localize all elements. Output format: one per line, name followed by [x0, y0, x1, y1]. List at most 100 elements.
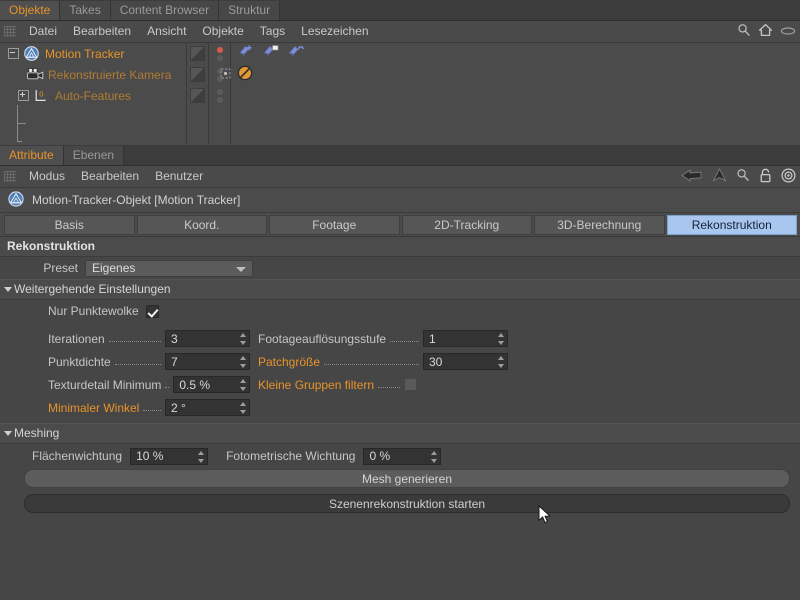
tracker-loop-tag-icon[interactable]	[287, 44, 305, 63]
menu-lesezeichen[interactable]: Lesezeichen	[293, 21, 376, 42]
motion-tracker-icon	[23, 46, 40, 61]
object-manager-panel: Objekte Takes Content Browser Struktur D…	[0, 0, 800, 146]
fotometrische-wichtung-label: Fotometrische Wichtung	[226, 449, 356, 463]
home-icon[interactable]	[758, 23, 773, 40]
chevron-down-icon[interactable]	[4, 287, 12, 292]
fotometrische-wichtung-input[interactable]: 0 %	[363, 447, 442, 465]
mesh-generieren-button[interactable]: Mesh generieren	[24, 469, 790, 488]
page-title: Motion-Tracker-Objekt [Motion Tracker]	[32, 193, 241, 207]
parameter-row: Punktdichte 7 Patchgröße 30	[0, 350, 800, 373]
field-value: 30	[429, 354, 443, 369]
patchgroesse-input[interactable]: 30	[423, 353, 508, 370]
menu-tags[interactable]: Tags	[252, 21, 293, 42]
enable-dot-icon[interactable]	[216, 88, 223, 95]
tab-basis[interactable]: Basis	[4, 215, 135, 235]
tracker-plane-tag-icon[interactable]	[262, 44, 280, 63]
state-dots[interactable]	[209, 64, 231, 85]
chevron-down-icon[interactable]	[4, 431, 12, 436]
object-manager-tabstrip: Objekte Takes Content Browser Struktur	[0, 0, 800, 21]
panel-tab-struktur[interactable]: Struktur	[219, 1, 281, 20]
footageaufloesungsstufe-input[interactable]: 1	[423, 330, 508, 347]
protection-tag-icon[interactable]	[237, 65, 253, 84]
menu-modus[interactable]: Modus	[21, 166, 73, 187]
tree-item-motion-tracker[interactable]: Motion Tracker	[0, 43, 186, 64]
disable-dot-icon[interactable]	[216, 96, 223, 103]
spinner-icon[interactable]	[239, 379, 246, 391]
tree-item-auto-features[interactable]: 0 Auto-Features	[0, 85, 186, 106]
attribute-manager-tabstrip: Attribute Ebenen	[0, 145, 800, 166]
attribute-manager-panel: Attribute Ebenen Modus Bearbeiten Benutz…	[0, 145, 800, 600]
tree-item-rekonstruierte-kamera[interactable]: Rekonstruierte Kamera	[0, 64, 186, 85]
panel-tab-content-browser[interactable]: Content Browser	[110, 1, 220, 20]
spinner-icon[interactable]	[430, 450, 437, 463]
kleine-gruppen-filtern-checkbox[interactable]	[404, 378, 418, 391]
menu-objekte[interactable]: Objekte	[194, 21, 251, 42]
nur-punktewolke-checkbox[interactable]	[145, 304, 159, 318]
tracker-add-tag-icon[interactable]	[237, 44, 255, 63]
menu-bearbeiten[interactable]: Bearbeiten	[65, 21, 139, 42]
menu-benutzer[interactable]: Benutzer	[147, 166, 211, 187]
szenenrekonstruktion-starten-button[interactable]: Szenenrekonstruktion starten	[24, 494, 790, 513]
up-arrow-icon[interactable]	[712, 168, 727, 185]
group-weitergehende-einstellungen[interactable]: Weitergehende Einstellungen	[0, 279, 800, 300]
visibility-toggle[interactable]	[187, 43, 208, 64]
eye-icon[interactable]	[780, 25, 796, 39]
enable-dot-icon[interactable]	[216, 46, 223, 53]
object-tree: Motion Tracker Rekonstruierte Kamera 0 A…	[0, 43, 800, 146]
field-value: 3	[171, 331, 178, 346]
group-meshing[interactable]: Meshing	[0, 423, 800, 444]
object-manager-menubar: Datei Bearbeiten Ansicht Objekte Tags Le…	[0, 21, 800, 43]
panel-gripper-icon[interactable]	[4, 171, 16, 182]
expander-minus-icon[interactable]	[8, 48, 19, 59]
expander-plus-icon[interactable]	[18, 90, 29, 101]
label-leader-dots	[143, 401, 161, 411]
panel-tab-ebenen[interactable]: Ebenen	[63, 146, 125, 165]
search-icon[interactable]	[736, 168, 750, 185]
iterationen-input[interactable]: 3	[165, 330, 250, 347]
panel-tab-objekte[interactable]: Objekte	[0, 1, 61, 20]
menu-datei[interactable]: Datei	[21, 21, 65, 42]
spinner-icon[interactable]	[497, 333, 504, 345]
mesh-buttons: Mesh generieren Szenenrekonstruktion sta…	[0, 468, 800, 513]
spinner-icon[interactable]	[197, 450, 204, 463]
panel-tab-attribute[interactable]: Attribute	[0, 146, 64, 165]
punktdichte-input[interactable]: 7	[165, 353, 250, 370]
texturdetail-minimum-input[interactable]: 0.5 %	[173, 376, 250, 393]
panel-gripper-icon[interactable]	[4, 26, 16, 37]
tree-connector	[17, 123, 26, 124]
minimaler-winkel-input[interactable]: 2 °	[165, 399, 250, 416]
chevron-down-icon[interactable]	[236, 266, 246, 272]
label-leader-dots	[165, 378, 170, 388]
target-icon[interactable]	[781, 167, 796, 186]
tab-footage[interactable]: Footage	[269, 215, 400, 235]
spinner-icon[interactable]	[239, 356, 246, 368]
visibility-square-icon[interactable]	[190, 46, 205, 61]
parameter-row: Minimaler Winkel 2 °	[0, 396, 800, 419]
tab-3d-berechnung[interactable]: 3D-Berechnung	[534, 215, 665, 235]
lock-icon[interactable]	[759, 168, 772, 186]
nur-punktewolke-label: Nur Punktewolke	[48, 304, 139, 318]
crosshair-icon[interactable]	[220, 68, 231, 82]
tab-koord[interactable]: Koord.	[136, 215, 267, 235]
visibility-square-icon[interactable]	[190, 67, 205, 82]
label-leader-dots	[108, 332, 161, 342]
panel-tab-takes[interactable]: Takes	[60, 1, 111, 20]
disable-dot-icon[interactable]	[216, 54, 223, 61]
back-arrow-icon[interactable]	[681, 168, 703, 185]
spinner-icon[interactable]	[497, 356, 504, 368]
state-dots[interactable]	[209, 85, 230, 106]
search-icon[interactable]	[737, 23, 751, 40]
state-dots[interactable]	[209, 43, 230, 64]
preset-dropdown[interactable]: Eigenes	[85, 259, 253, 277]
menu-bearbeiten[interactable]: Bearbeiten	[73, 166, 147, 187]
spinner-icon[interactable]	[239, 402, 246, 414]
spinner-icon[interactable]	[239, 333, 246, 345]
tab-rekonstruktion[interactable]: Rekonstruktion	[666, 215, 797, 235]
visibility-toggle[interactable]	[187, 85, 208, 106]
field-value: 0 %	[369, 449, 391, 463]
tab-2d-tracking[interactable]: 2D-Tracking	[401, 215, 532, 235]
visibility-square-icon[interactable]	[190, 88, 205, 103]
visibility-toggle[interactable]	[187, 64, 208, 85]
flaechenwichtung-input[interactable]: 10 %	[130, 447, 209, 465]
menu-ansicht[interactable]: Ansicht	[139, 21, 194, 42]
